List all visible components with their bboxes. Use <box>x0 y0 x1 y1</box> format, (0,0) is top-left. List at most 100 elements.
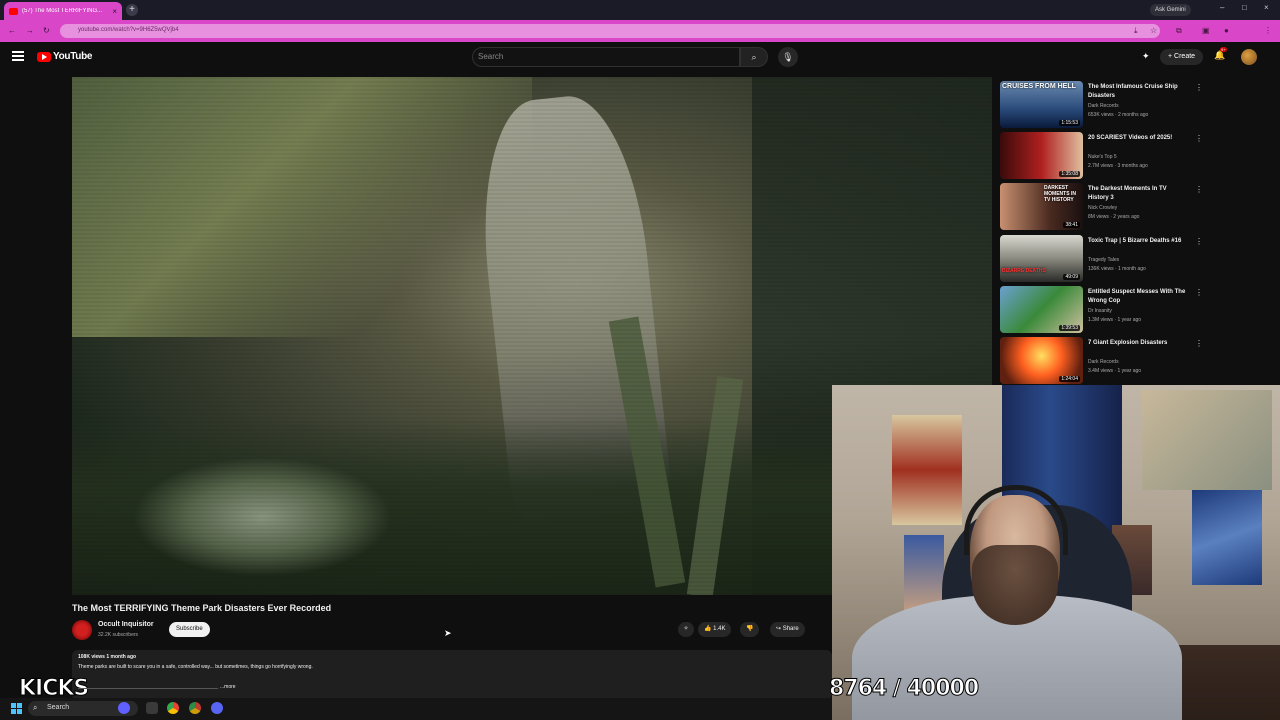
recommendation-channel[interactable]: Dark Records <box>1088 359 1119 365</box>
recommendation-title[interactable]: The Most Infamous Cruise Ship Disasters <box>1088 83 1188 101</box>
extensions-icon[interactable]: ⧉ <box>1176 26 1182 36</box>
duration-badge: 49:09 <box>1063 274 1080 280</box>
browser-tab-title: (57) The Most TERRIFYING... <box>22 8 103 14</box>
video-thumbnail[interactable]: BIZARRE DEATHS 49:09 <box>1000 235 1083 282</box>
wall-poster <box>1142 390 1272 490</box>
thumbnail-text: BIZARRE DEATHS <box>1002 268 1046 274</box>
video-thumbnail[interactable]: DARKEST MOMENTS IN TV HISTORY 38:41 <box>1000 183 1083 230</box>
notifications-button[interactable]: 🔔 9+ <box>1214 47 1227 61</box>
more-options-icon[interactable]: ⋮ <box>1195 288 1203 297</box>
kicks-progress-bar <box>78 688 218 689</box>
taskbar-app-icon[interactable] <box>118 702 130 714</box>
chrome-icon[interactable] <box>167 702 179 714</box>
recommendation-item[interactable]: CRUISES FROM HELL 1:15:53 The Most Infam… <box>1000 81 1203 129</box>
thumbs-up-icon: 👍 <box>704 626 714 632</box>
thumbnail-text: CRUISES FROM HELL <box>1002 83 1076 90</box>
tab-close-icon[interactable]: × <box>112 7 117 16</box>
recommendation-item[interactable]: 1:24:04 7 Giant Explosion Disasters Dark… <box>1000 337 1203 385</box>
forward-icon[interactable]: → <box>26 26 34 35</box>
share-label: Share <box>782 626 799 632</box>
dislike-button[interactable]: 👎 <box>740 622 760 637</box>
more-options-icon[interactable]: ⋮ <box>1195 134 1203 143</box>
windows-start-icon[interactable] <box>11 703 22 714</box>
more-options-icon[interactable]: ⋮ <box>1195 83 1203 92</box>
new-tab-button[interactable]: + <box>126 4 138 16</box>
create-button[interactable]: + Create <box>1160 49 1204 65</box>
recommendation-item[interactable]: 1:39:53 Entitled Suspect Messes With The… <box>1000 286 1203 334</box>
maximize-button[interactable]: □ <box>1242 3 1247 12</box>
show-more-link[interactable]: ...more <box>220 684 236 690</box>
menu-icon[interactable] <box>12 51 24 61</box>
premium-icon[interactable]: ✦ <box>1142 51 1150 62</box>
taskbar-search-label: Search <box>47 704 70 711</box>
video-thumbnail[interactable]: CRUISES FROM HELL 1:15:53 <box>1000 81 1083 128</box>
video-thumbnail[interactable]: 1:35:08 <box>1000 132 1083 179</box>
recommendation-channel[interactable]: Dark Records <box>1088 103 1119 109</box>
duration-badge: 1:15:53 <box>1059 120 1080 126</box>
recommendation-title[interactable]: Entitled Suspect Messes With The Wrong C… <box>1088 288 1188 306</box>
ask-gemini-button[interactable]: Ask Gemini <box>1150 4 1191 16</box>
thumbnail-text: DARKEST MOMENTS IN TV HISTORY <box>1044 185 1076 203</box>
close-window-button[interactable]: × <box>1264 3 1269 12</box>
recommendation-channel[interactable]: Nick Crowley <box>1088 205 1117 211</box>
discord-icon[interactable] <box>211 702 223 714</box>
voice-search-button[interactable]: 🎙 <box>778 47 798 67</box>
minimize-button[interactable]: – <box>1220 3 1224 12</box>
recommendation-channel[interactable]: Tragedy Tales <box>1088 257 1119 263</box>
youtube-logo-text[interactable]: YouTube <box>53 51 93 62</box>
profile-icon[interactable]: ● <box>1224 26 1229 35</box>
url-text: youtube.com/watch?v=9H6Z5wQVjb4 <box>78 27 179 33</box>
task-view-icon[interactable] <box>146 702 158 714</box>
duration-badge: 38:41 <box>1063 222 1080 228</box>
omnibox[interactable] <box>60 24 1160 38</box>
more-options-icon[interactable]: ⋮ <box>1195 185 1203 194</box>
more-options-icon[interactable]: ⋮ <box>1195 237 1203 246</box>
mouse-cursor-icon: ➤ <box>444 628 452 638</box>
like-count: 1.4K <box>713 626 726 632</box>
like-button[interactable]: 👍 1.4K <box>698 622 732 637</box>
share-button[interactable]: ↪ Share <box>770 622 805 637</box>
recommendation-item[interactable]: 1:35:08 20 SCARIEST Videos of 2025! Nuke… <box>1000 132 1203 180</box>
duration-badge: 1:39:53 <box>1059 325 1080 331</box>
recommendation-meta: 1.3M views · 1 year ago <box>1088 317 1142 323</box>
video-thumbnail[interactable]: 1:39:53 <box>1000 286 1083 333</box>
kicks-counter: 8764 / 40000 <box>828 676 979 702</box>
channel-name[interactable]: Occult Inquisitor <box>98 621 154 628</box>
recommendation-meta: 136K views · 1 month ago <box>1088 266 1146 272</box>
search-input[interactable] <box>472 47 740 67</box>
install-icon[interactable]: ⤓ <box>1134 26 1138 36</box>
browser-tab[interactable]: (57) The Most TERRIFYING... × <box>4 2 122 20</box>
browser-menu-icon[interactable]: ⋮ <box>1264 26 1272 35</box>
video-description: Theme parks are built to scare you in a … <box>78 664 313 670</box>
youtube-favicon-icon <box>9 7 18 15</box>
hype-button[interactable]: ✧ <box>678 622 694 637</box>
account-avatar[interactable] <box>1241 49 1257 65</box>
recommendation-meta: 2.7M views · 3 months ago <box>1088 163 1148 169</box>
subscribe-button[interactable]: Subscribe <box>169 622 210 637</box>
channel-avatar[interactable] <box>72 620 92 640</box>
chrome-icon[interactable] <box>189 702 201 714</box>
video-thumbnail[interactable]: 1:24:04 <box>1000 337 1083 384</box>
search-button[interactable]: ⌕ <box>740 47 768 67</box>
description-box[interactable] <box>72 650 832 700</box>
bookmark-star-icon[interactable]: ☆ <box>1150 26 1157 35</box>
more-options-icon[interactable]: ⋮ <box>1195 339 1203 348</box>
reload-icon[interactable]: ↻ <box>43 26 50 35</box>
sidepanel-icon[interactable]: ▣ <box>1202 26 1210 35</box>
recommendation-channel[interactable]: Dr Insanity <box>1088 308 1112 314</box>
recommendation-meta: 653K views · 2 months ago <box>1088 112 1149 118</box>
back-icon[interactable]: ← <box>8 26 16 35</box>
recommendation-meta: 3.4M views · 1 year ago <box>1088 368 1142 374</box>
recommendation-item[interactable]: BIZARRE DEATHS 49:09 Toxic Trap | 5 Biza… <box>1000 235 1203 283</box>
recommendation-title[interactable]: 7 Giant Explosion Disasters <box>1088 339 1188 348</box>
recommendation-title[interactable]: Toxic Trap | 5 Bizarre Deaths #16 <box>1088 237 1188 246</box>
share-icon: ↪ <box>776 626 783 632</box>
recommendation-channel[interactable]: Nuke's Top 5 <box>1088 154 1117 160</box>
recommendation-title[interactable]: 20 SCARIEST Videos of 2025! <box>1088 134 1188 143</box>
recommendation-item[interactable]: DARKEST MOMENTS IN TV HISTORY 38:41 The … <box>1000 183 1203 231</box>
youtube-logo-icon[interactable] <box>37 52 51 62</box>
wall-poster <box>1192 490 1262 585</box>
hype-icon: ✧ <box>683 626 689 632</box>
video-title: The Most TERRIFYING Theme Park Disasters… <box>72 603 332 613</box>
recommendation-title[interactable]: The Darkest Moments In TV History 3 <box>1088 185 1188 203</box>
